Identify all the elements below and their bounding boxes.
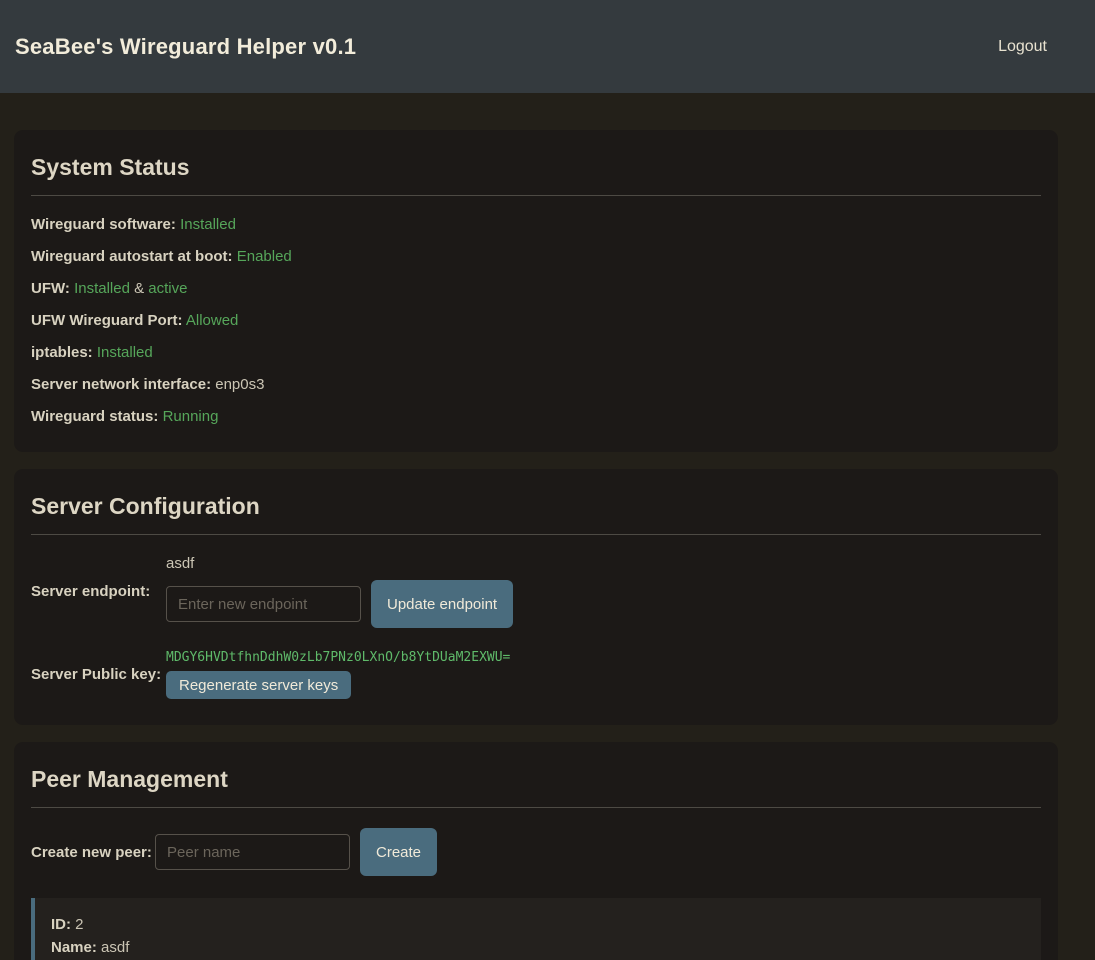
server-public-key-label: Server Public key: xyxy=(31,666,166,683)
section-divider xyxy=(31,195,1041,196)
peer-name-input[interactable] xyxy=(155,834,350,870)
status-row-wireguard-status: Wireguard status: Running xyxy=(31,408,1041,426)
status-label: Server network interface: xyxy=(31,376,211,393)
status-value: Running xyxy=(163,408,219,425)
server-public-key-row: Server Public key: MDGY6HVDtfhnDdhW0zLb7… xyxy=(31,650,1041,699)
create-peer-label: Create new peer: xyxy=(31,844,155,861)
peer-entry: ID: 2 Name: asdf Public Key: ckyOHj5Bk87… xyxy=(31,898,1041,960)
status-label: Wireguard autostart at boot: xyxy=(31,248,233,265)
peer-name-line: Name: asdf xyxy=(51,936,1025,959)
status-value: Installed xyxy=(74,280,130,297)
status-row-iptables: iptables: Installed xyxy=(31,344,1041,362)
regenerate-server-keys-button[interactable]: Regenerate server keys xyxy=(166,671,351,699)
status-value-separator: & xyxy=(134,280,144,297)
peer-id-line: ID: 2 xyxy=(51,913,1025,936)
server-endpoint-input-row: Update endpoint xyxy=(166,580,513,628)
status-label: Wireguard status: xyxy=(31,408,158,425)
server-endpoint-current-value: asdf xyxy=(166,555,513,572)
endpoint-input[interactable] xyxy=(166,586,361,622)
status-label: Wireguard software: xyxy=(31,216,176,233)
app-title: SeaBee's Wireguard Helper v0.1 xyxy=(15,34,356,60)
status-value: Installed xyxy=(97,344,153,361)
create-peer-row: Create new peer: Create xyxy=(31,828,1041,876)
server-configuration-title: Server Configuration xyxy=(31,493,1041,520)
section-divider xyxy=(31,807,1041,808)
peer-management-card: Peer Management Create new peer: Create … xyxy=(14,742,1058,960)
peer-name-value: asdf xyxy=(101,939,129,956)
status-row-ufw: UFW: Installed & active xyxy=(31,280,1041,298)
create-peer-button[interactable]: Create xyxy=(360,828,437,876)
logout-link[interactable]: Logout xyxy=(998,38,1047,56)
server-endpoint-row: Server endpoint: asdf Update endpoint xyxy=(31,555,1041,628)
status-value: Enabled xyxy=(237,248,292,265)
status-value: Installed xyxy=(180,216,236,233)
server-configuration-card: Server Configuration Server endpoint: as… xyxy=(14,469,1058,725)
system-status-card: System Status Wireguard software: Instal… xyxy=(14,130,1058,452)
status-value: active xyxy=(148,280,187,297)
server-endpoint-label: Server endpoint: xyxy=(31,583,166,600)
server-public-key-content: MDGY6HVDtfhnDdhW0zLb7PNz0LXnO/b8YtDUaM2E… xyxy=(166,650,510,699)
status-row-wireguard-software: Wireguard software: Installed xyxy=(31,216,1041,234)
status-label: iptables: xyxy=(31,344,93,361)
section-divider xyxy=(31,534,1041,535)
main-content: System Status Wireguard software: Instal… xyxy=(0,93,1095,960)
peer-name-label: Name: xyxy=(51,939,97,956)
status-value: enp0s3 xyxy=(215,376,264,393)
create-peer-input-row: Create xyxy=(155,828,437,876)
status-row-network-interface: Server network interface: enp0s3 xyxy=(31,376,1041,394)
status-value: Allowed xyxy=(186,312,239,329)
status-row-ufw-wireguard-port: UFW Wireguard Port: Allowed xyxy=(31,312,1041,330)
update-endpoint-button[interactable]: Update endpoint xyxy=(371,580,513,628)
status-label: UFW Wireguard Port: xyxy=(31,312,183,329)
peer-id-value: 2 xyxy=(75,916,83,933)
server-endpoint-content: asdf Update endpoint xyxy=(166,555,513,628)
peer-management-title: Peer Management xyxy=(31,766,1041,793)
server-public-key-value: MDGY6HVDtfhnDdhW0zLb7PNz0LXnO/b8YtDUaM2E… xyxy=(166,650,510,665)
status-row-wireguard-autostart: Wireguard autostart at boot: Enabled xyxy=(31,248,1041,266)
app-header: SeaBee's Wireguard Helper v0.1 Logout xyxy=(0,0,1095,93)
system-status-title: System Status xyxy=(31,154,1041,181)
peer-id-label: ID: xyxy=(51,916,71,933)
status-label: UFW: xyxy=(31,280,70,297)
